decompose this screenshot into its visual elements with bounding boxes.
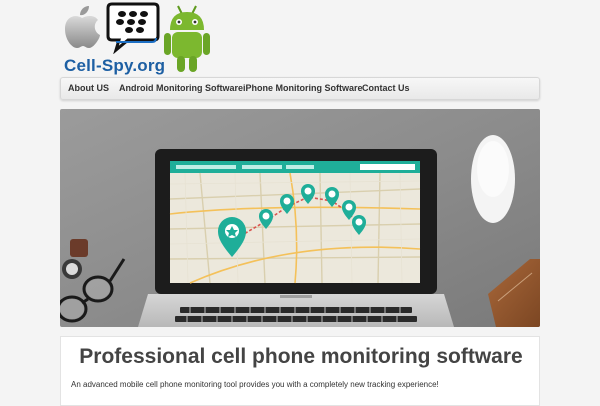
nav-android-monitoring[interactable]: Android Monitoring Software: [119, 78, 243, 99]
nav-iphone-monitoring[interactable]: iPhone Monitoring Software: [243, 78, 363, 99]
nav-about-us[interactable]: About US: [68, 78, 109, 99]
main-navigation: About US Android Monitoring Software iPh…: [60, 77, 540, 100]
android-robot-icon: [164, 5, 210, 72]
blackberry-messenger-icon: [106, 2, 160, 54]
apple-logo-icon: [65, 6, 100, 48]
main-content: Professional cell phone monitoring softw…: [60, 336, 540, 406]
site-logo[interactable]: Cell-Spy.org: [60, 0, 210, 76]
page-tagline: An advanced mobile cell phone monitoring…: [71, 380, 439, 389]
page-title: Professional cell phone monitoring softw…: [79, 345, 523, 368]
laptop-map-illustration: [60, 109, 540, 327]
site-name: Cell-Spy.org: [64, 56, 166, 75]
nav-contact-us[interactable]: Contact Us: [362, 78, 410, 99]
hero-banner-image: [60, 109, 540, 327]
